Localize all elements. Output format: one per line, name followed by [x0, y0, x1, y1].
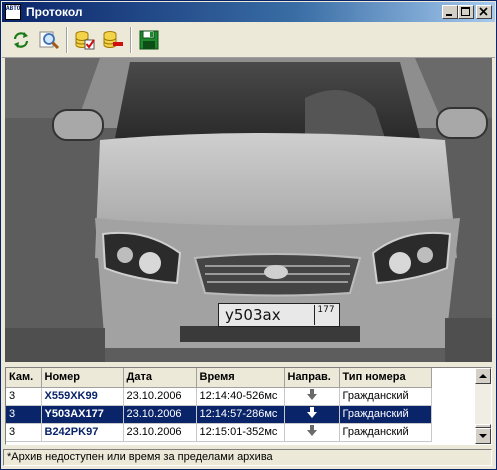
- cell-plate-type: Гражданский: [339, 405, 432, 424]
- database-check-icon: [75, 31, 95, 50]
- db-remove-button[interactable]: [100, 27, 126, 53]
- maximize-icon: [461, 7, 470, 16]
- status-bar: *Архив недоступен или время за пределами…: [3, 449, 492, 466]
- vertical-scrollbar[interactable]: [475, 368, 491, 444]
- cell-direction: [284, 387, 340, 406]
- database-remove-icon: [103, 31, 123, 48]
- column-header-direction[interactable]: Направ.: [284, 368, 340, 388]
- down-arrow-icon: [306, 407, 317, 418]
- scroll-down-button[interactable]: [475, 428, 491, 444]
- column-header-plate-type[interactable]: Тип номера: [339, 368, 432, 388]
- scroll-down-icon: [479, 434, 487, 438]
- camera-image: у503ах 177: [5, 58, 492, 362]
- cell-time: 12:14:40-526мс: [196, 387, 285, 406]
- cell-time: 12:15:01-352мс: [196, 423, 285, 442]
- cell-plate-type: Гражданский: [339, 423, 432, 442]
- scroll-up-icon: [479, 374, 487, 378]
- save-button[interactable]: [136, 27, 162, 53]
- cell-camera: 3: [6, 423, 42, 442]
- toolbar-separator: [66, 27, 68, 53]
- cell-direction: [284, 405, 340, 424]
- table-header: Кам. Номер Дата Время Направ. Тип номера: [6, 368, 432, 388]
- maximize-button[interactable]: [458, 5, 474, 19]
- minimize-button[interactable]: [442, 5, 458, 19]
- cell-date: 23.10.2006: [123, 387, 197, 406]
- table-row[interactable]: 3 B242PK97 23.10.2006 12:15:01-352мс Гра…: [6, 423, 432, 442]
- license-plate-region: 177: [314, 305, 337, 325]
- records-grid: Кам. Номер Дата Время Направ. Тип номера…: [6, 368, 432, 442]
- db-select-button[interactable]: [72, 27, 98, 53]
- minimize-icon: [446, 14, 452, 16]
- column-header-number[interactable]: Номер: [41, 368, 124, 388]
- magnifier-icon: [39, 31, 60, 50]
- down-arrow-icon: [306, 389, 317, 400]
- cell-camera: 3: [6, 405, 42, 424]
- license-plate-number: у503ах: [225, 306, 281, 324]
- close-icon: [479, 7, 488, 16]
- cell-number: X559XK99: [41, 387, 124, 406]
- floppy-disk-icon: [139, 30, 159, 50]
- column-header-time[interactable]: Время: [196, 368, 285, 388]
- cell-plate-type: Гражданский: [339, 387, 432, 406]
- toolbar-separator: [130, 27, 132, 53]
- search-button[interactable]: [36, 27, 62, 53]
- protocol-window: АВТО Протокол у503ах 177 Кам. Номер Дата…: [0, 0, 497, 470]
- cell-number: B242PK97: [41, 423, 124, 442]
- cell-date: 23.10.2006: [123, 423, 197, 442]
- window-title: Протокол: [26, 5, 83, 19]
- cell-date: 23.10.2006: [123, 405, 197, 424]
- close-button[interactable]: [476, 5, 492, 19]
- table-row[interactable]: 3 X559XK99 23.10.2006 12:14:40-526мс Гра…: [6, 387, 432, 406]
- down-arrow-icon: [306, 425, 317, 436]
- scroll-up-button[interactable]: [475, 368, 491, 384]
- cell-camera: 3: [6, 387, 42, 406]
- toolbar: [2, 23, 495, 58]
- cell-number: Y503AX177: [41, 405, 124, 424]
- license-plate: у503ах 177: [218, 303, 340, 327]
- title-bar[interactable]: АВТО Протокол: [2, 2, 495, 22]
- cell-direction: [284, 423, 340, 442]
- table-row-selected[interactable]: 3 Y503AX177 23.10.2006 12:14:57-286мс Гр…: [6, 405, 432, 424]
- refresh-icon: [13, 32, 29, 48]
- records-table: Кам. Номер Дата Время Направ. Тип номера…: [5, 367, 492, 445]
- refresh-button[interactable]: [8, 27, 34, 53]
- column-header-date[interactable]: Дата: [123, 368, 197, 388]
- column-header-camera[interactable]: Кам.: [6, 368, 42, 388]
- app-icon: АВТО: [5, 4, 21, 20]
- cell-time: 12:14:57-286мс: [196, 405, 285, 424]
